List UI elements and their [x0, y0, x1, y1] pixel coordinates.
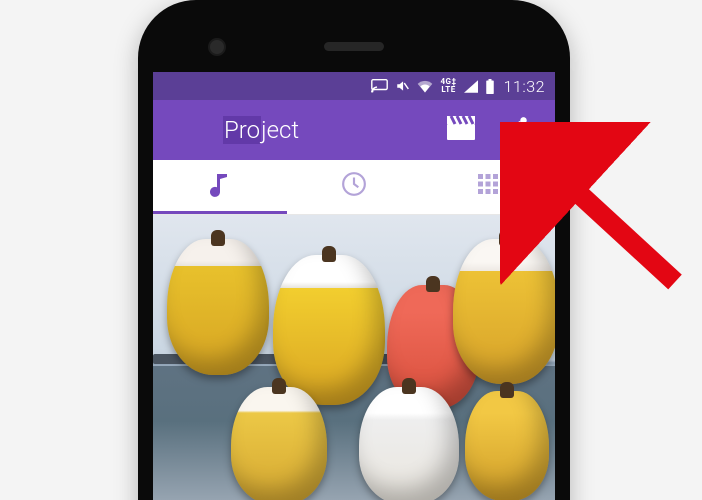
project-thumbnail[interactable] [153, 215, 555, 500]
clapperboard-icon [446, 115, 476, 145]
mute-icon [395, 79, 410, 93]
clock-icon [341, 171, 367, 201]
title-selection: Pro [223, 116, 261, 144]
cast-icon [371, 79, 388, 93]
app-toolbar: Project [153, 100, 555, 160]
phone-frame: 4G‡LTE 11:32 Project [138, 0, 570, 500]
share-button[interactable] [493, 106, 541, 154]
wifi-icon [417, 80, 433, 93]
front-camera [208, 38, 226, 56]
network-4glte-icon: 4G‡LTE [440, 78, 456, 94]
grid-icon [476, 172, 500, 200]
status-clock: 11:32 [504, 77, 545, 96]
android-status-bar: 4G‡LTE 11:32 [153, 72, 555, 100]
tab-recent[interactable] [287, 160, 421, 214]
export-movie-button[interactable] [437, 106, 485, 154]
share-icon [504, 115, 530, 145]
tab-strip [153, 160, 555, 215]
music-note-icon [208, 171, 232, 201]
title-rest: ject [261, 116, 299, 144]
tab-music[interactable] [153, 160, 287, 214]
tab-grid[interactable] [421, 160, 555, 214]
page-title: Project [223, 116, 299, 144]
power-button [570, 130, 575, 204]
signal-icon [464, 80, 478, 93]
device-screen: 4G‡LTE 11:32 Project [153, 72, 555, 500]
battery-icon [485, 79, 495, 94]
earpiece-speaker [324, 42, 384, 51]
screenshot-stage: 4G‡LTE 11:32 Project [0, 0, 702, 500]
